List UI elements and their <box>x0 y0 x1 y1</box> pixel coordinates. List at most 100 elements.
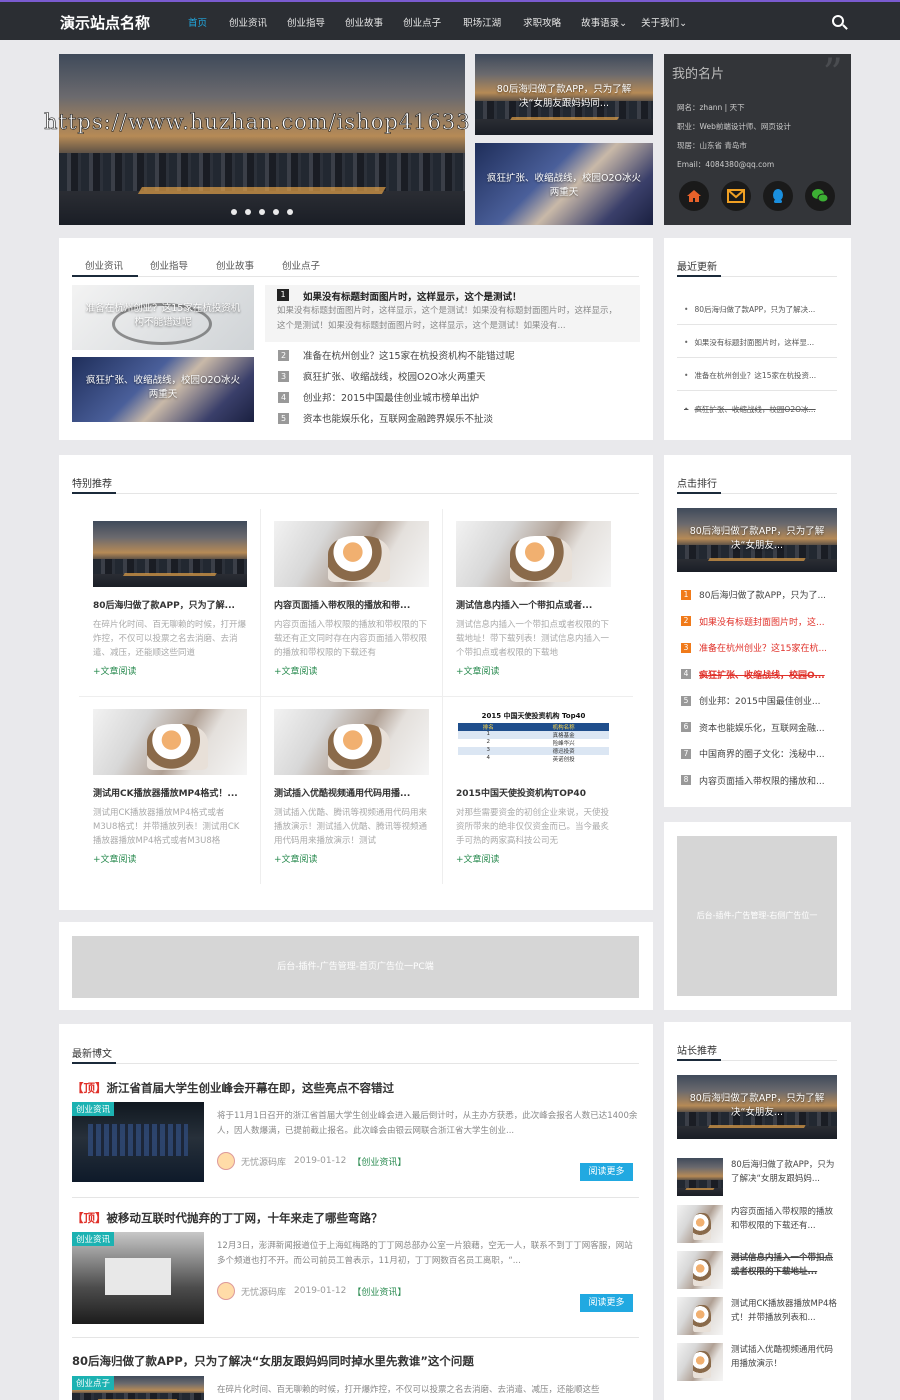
recommend-item-title[interactable]: 测试用CK播放器播放MP4格式！并带播放列表和... <box>731 1297 839 1335</box>
ranking-item[interactable]: 7 中国商界的圈子文化：浅秘中... <box>681 747 825 760</box>
ranking-feature-image[interactable]: 80后海归做了款APP，只为了解决“女朋友... <box>677 508 837 572</box>
featured-item-title[interactable]: 测试信息内插入一个带扣点或者... <box>456 598 611 611</box>
slider-dot[interactable] <box>245 209 251 215</box>
nav-item-job-tips[interactable]: 求职攻略 <box>523 15 561 29</box>
tab-startup-guide[interactable]: 创业指导 <box>150 258 188 272</box>
read-more-button[interactable]: 阅读更多 <box>580 1163 633 1181</box>
featured-item[interactable]: 80后海归做了款APP，只为了解... 在碎片化时间、百无聊赖的时候，打开爆炸控… <box>93 521 247 677</box>
post-category-link[interactable]: 【创业资讯】 <box>352 1285 406 1298</box>
featured-item-title[interactable]: 测试插入优酷视频通用代码用播... <box>274 786 429 799</box>
read-more-link[interactable]: +文章阅读 <box>456 852 611 865</box>
post-author[interactable]: 无忧源码库 <box>241 1285 286 1298</box>
nav-item-about[interactable]: 关于我们⌄ <box>641 15 687 29</box>
featured-thumb[interactable] <box>456 521 611 587</box>
search-icon[interactable] <box>832 15 844 27</box>
post-category-tag[interactable]: 创业资讯 <box>72 1102 115 1116</box>
nav-item-home[interactable]: 首页 <box>188 15 207 29</box>
nav-item-startup-stories[interactable]: 创业故事 <box>345 15 383 29</box>
post-title[interactable]: 【顶】浙江省首届大学生创业峰会开幕在即，这些亮点不容错过 <box>72 1080 394 1096</box>
nav-item-workplace[interactable]: 职场江湖 <box>463 15 501 29</box>
recommend-item-title[interactable]: 内容页面插入带权限的播放和带权限的下载还有... <box>731 1205 839 1243</box>
recommend-item[interactable]: 内容页面插入带权限的播放和带权限的下载还有... <box>677 1205 839 1243</box>
top-article-title[interactable]: 如果没有标题封面图片时，这样显示，这个是测试！ <box>303 289 522 303</box>
read-more-link[interactable]: +文章阅读 <box>274 664 429 677</box>
read-more-link[interactable]: +文章阅读 <box>93 852 247 865</box>
latest-item[interactable]: 准备在杭州创业？这15家在杭投资... <box>684 370 816 381</box>
post-category-link[interactable]: 【创业资讯】 <box>352 1155 406 1168</box>
post-thumb[interactable]: 创业资讯 <box>72 1102 204 1182</box>
post-title[interactable]: 80后海归做了款APP，只为了解决“女朋友跟妈妈同时掉水里先救谁”这个问题 <box>72 1353 474 1369</box>
hero-slider[interactable] <box>59 54 465 225</box>
recommend-item[interactable]: 测试用CK播放器播放MP4格式！并带播放列表和... <box>677 1297 839 1335</box>
ranking-item[interactable]: 4 疯狂扩张、收缩战线，校园O... <box>681 668 825 681</box>
recommend-item[interactable]: 测试插入优酷视频通用代码用播放演示！ <box>677 1343 839 1381</box>
slider-dot[interactable] <box>273 209 279 215</box>
recommend-item-title[interactable]: 80后海归做了款APP，只为了解决“女朋友跟妈妈... <box>731 1158 839 1196</box>
site-logo[interactable]: 演示站点名称 <box>60 12 150 33</box>
hero-side-card-1[interactable]: 80后海归做了款APP，只为了解决“女朋友跟妈妈同... <box>475 54 653 135</box>
investor-table-thumb[interactable]: 2015 中国天使投资机构 Top40 排名 机构名称 1 真格基金 2 险峰华兴 3… <box>456 709 611 775</box>
recommend-item-title[interactable]: 测试插入优酷视频通用代码用播放演示！ <box>731 1343 839 1381</box>
slider-dot[interactable] <box>259 209 265 215</box>
recommend-thumb[interactable] <box>677 1158 723 1196</box>
recommend-thumb[interactable] <box>677 1343 723 1381</box>
ranking-item[interactable]: 6 资本也能娱乐化，互联网金融... <box>681 721 825 734</box>
recommend-item-title[interactable]: 测试信息内插入一个带扣点或者权限的下载地址... <box>731 1251 839 1289</box>
featured-item[interactable]: 测试信息内插入一个带扣点或者... 测试信息内插入一个带扣点或者权限的下载地址！… <box>456 521 611 677</box>
recommend-thumb[interactable] <box>677 1251 723 1289</box>
hero-side-card-2[interactable]: 疯狂扩张、收缩战线，校园O2O冰火两重天 <box>475 143 653 225</box>
ranking-item[interactable]: 8 内容页面插入带权限的播放和... <box>681 774 825 787</box>
tab-startup-news[interactable]: 创业资讯 <box>85 258 123 272</box>
slider-dot[interactable] <box>287 209 293 215</box>
home-ad-placeholder[interactable]: 后台-插件-广告管理-首页广告位一PC端 <box>72 936 639 998</box>
ranking-item[interactable]: 1 80后海归做了款APP，只为了... <box>681 588 826 601</box>
latest-item[interactable]: 80后海归做了款APP，只为了解决... <box>684 304 815 315</box>
qq-icon[interactable] <box>763 181 793 211</box>
post-author[interactable]: 无忧源码库 <box>241 1155 286 1168</box>
tab-startup-ideas[interactable]: 创业点子 <box>282 258 320 272</box>
featured-thumb[interactable] <box>274 521 429 587</box>
slider-dot[interactable] <box>231 209 237 215</box>
nav-item-startup-ideas[interactable]: 创业点子 <box>403 15 441 29</box>
featured-item-title[interactable]: 测试用CK播放器播放MP4格式！... <box>93 786 247 799</box>
featured-item[interactable]: 测试插入优酷视频通用代码用播... 测试插入优酷、腾讯等视频通用代码用来播放演示… <box>274 709 429 865</box>
featured-thumb[interactable] <box>274 709 429 775</box>
recommend-thumb[interactable] <box>677 1297 723 1335</box>
avatar[interactable] <box>217 1152 235 1170</box>
nav-item-startup-news[interactable]: 创业资讯 <box>229 15 267 29</box>
wechat-icon[interactable] <box>805 181 835 211</box>
list-item[interactable]: 5 资本也能娱乐化，互联网金融跨界娱乐不扯淡 <box>278 411 493 425</box>
top-article[interactable]: 1 如果没有标题封面图片时，这样显示，这个是测试！ 如果没有标题封面图片时，这样… <box>265 285 640 342</box>
featured-item[interactable]: 内容页面插入带权限的播放和带... 内容页面插入带权限的播放和带权限的下载还有正… <box>274 521 429 677</box>
recommend-feature-image[interactable]: 80后海归做了款APP，只为了解决“女朋友... <box>677 1075 837 1139</box>
featured-item-title[interactable]: 内容页面插入带权限的播放和带... <box>274 598 429 611</box>
ranking-item[interactable]: 3 准备在杭州创业？这15家在杭... <box>681 641 827 654</box>
read-more-link[interactable]: +文章阅读 <box>93 664 247 677</box>
tab-startup-stories[interactable]: 创业故事 <box>216 258 254 272</box>
nav-item-quotes[interactable]: 故事语录⌄ <box>581 15 627 29</box>
featured-item-title[interactable]: 2015中国天使投资机构TOP40 <box>456 786 611 799</box>
featured-thumb[interactable] <box>93 521 247 587</box>
nav-item-startup-guide[interactable]: 创业指导 <box>287 15 325 29</box>
tab-image-card-1[interactable]: 准备在杭州创业？这15家在杭投资机构不能错过呢 <box>72 285 254 350</box>
latest-item[interactable]: 疯狂扩张、收缩战线，校园O2O冰... <box>684 404 815 415</box>
recommend-item[interactable]: 80后海归做了款APP，只为了解决“女朋友跟妈妈... <box>677 1158 839 1196</box>
mail-icon[interactable] <box>721 181 751 211</box>
latest-item[interactable]: 如果没有标题封面图片时，这样显... <box>684 337 814 348</box>
recommend-thumb[interactable] <box>677 1205 723 1243</box>
list-item[interactable]: 3 疯狂扩张、收缩战线，校园O2O冰火两重天 <box>278 369 486 383</box>
featured-item[interactable]: 2015 中国天使投资机构 Top40 排名 机构名称 1 真格基金 2 险峰华兴 3… <box>456 709 611 865</box>
tab-image-card-2[interactable]: 疯狂扩张、收缩战线，校园O2O冰火两重天 <box>72 357 254 422</box>
post-thumb[interactable]: 创业资讯 <box>72 1232 204 1324</box>
recommend-item[interactable]: 测试信息内插入一个带扣点或者权限的下载地址... <box>677 1251 839 1289</box>
post-category-tag[interactable]: 创业资讯 <box>72 1232 115 1246</box>
avatar[interactable] <box>217 1282 235 1300</box>
ranking-item[interactable]: 5 创业邦：2015中国最佳创业... <box>681 694 821 707</box>
featured-item[interactable]: 测试用CK播放器播放MP4格式！... 测试用CK播放器播放MP4格式或者M3U… <box>93 709 247 865</box>
featured-thumb[interactable] <box>93 709 247 775</box>
read-more-button[interactable]: 阅读更多 <box>580 1294 633 1312</box>
read-more-link[interactable]: +文章阅读 <box>274 852 429 865</box>
list-item[interactable]: 4 创业邦：2015中国最佳创业城市榜单出炉 <box>278 390 479 404</box>
list-item[interactable]: 2 准备在杭州创业？这15家在杭投资机构不能错过呢 <box>278 348 515 362</box>
side-ad-placeholder[interactable]: 后台-插件-广告管理-右侧广告位一 <box>677 836 837 996</box>
